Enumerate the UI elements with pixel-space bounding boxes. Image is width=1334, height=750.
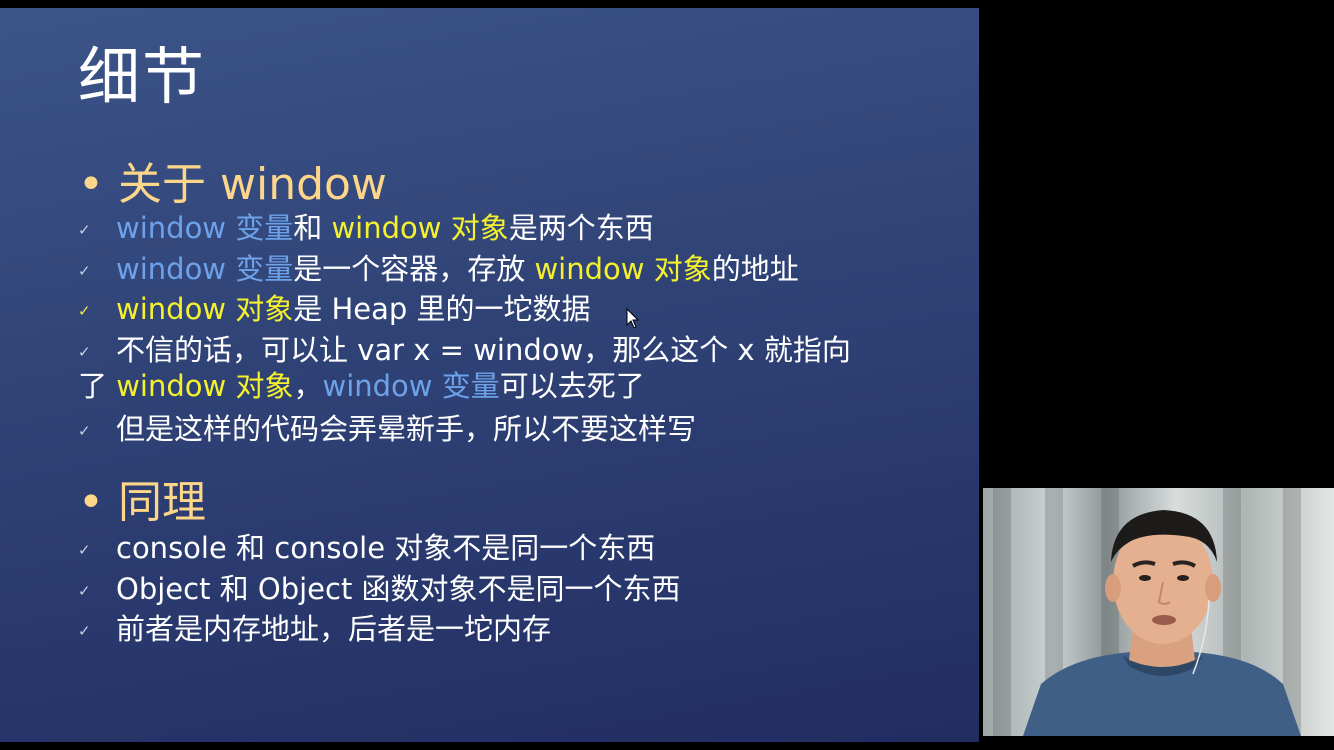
text-segment: ， bbox=[293, 369, 323, 403]
text-segment: console 和 console 对象不是同一个东西 bbox=[116, 531, 656, 565]
section-heading-tongli: • 同理 bbox=[78, 481, 206, 525]
section-heading-text: 关于 window bbox=[118, 159, 387, 210]
checkmark-icon: ✓ bbox=[78, 343, 91, 361]
text-window-variable: window 变量 bbox=[116, 211, 294, 245]
list-item: ✓ window 变量是一个容器，存放 window 对象的地址 bbox=[78, 251, 799, 289]
checkmark-icon: ✓ bbox=[78, 221, 91, 239]
section-heading-window: • 关于 window bbox=[78, 163, 387, 207]
text-window-object: window 对象 bbox=[116, 369, 294, 403]
checkmark-icon: ✓ bbox=[78, 422, 91, 440]
slide-title: 细节 bbox=[78, 40, 207, 113]
checkmark-icon: ✓ bbox=[78, 582, 91, 600]
checkmark-icon: ✓ bbox=[78, 262, 91, 280]
presenter-webcam bbox=[983, 488, 1334, 736]
list-item: ✓ window 变量和 window 对象是两个东西 bbox=[78, 210, 654, 248]
text-segment: Object 和 Object 函数对象不是同一个东西 bbox=[116, 572, 681, 606]
text-segment: 是两个东西 bbox=[508, 211, 654, 245]
mouse-pointer-icon bbox=[626, 308, 640, 329]
bullet-dot-icon: • bbox=[78, 159, 104, 210]
text-window-variable: window 变量 bbox=[116, 252, 294, 286]
checkmark-icon: ✓ bbox=[78, 302, 91, 320]
list-item: ✓ Object 和 Object 函数对象不是同一个东西 bbox=[78, 571, 681, 609]
section-heading-text: 同理 bbox=[118, 477, 206, 528]
list-item: ✓ 不信的话，可以让 var x = window，那么这个 x 就指向 bbox=[78, 332, 851, 370]
text-segment: 是一个容器，存放 bbox=[293, 252, 535, 286]
list-item-continuation: 了 window 对象，window 变量可以去死了 bbox=[78, 368, 645, 404]
list-item: ✓ 但是这样的代码会弄晕新手，所以不要这样写 bbox=[78, 411, 696, 449]
checkmark-icon: ✓ bbox=[78, 541, 91, 559]
list-item: ✓ window 对象是 Heap 里的一坨数据 bbox=[78, 291, 591, 329]
presenter-figure bbox=[1023, 510, 1301, 736]
text-segment: 了 bbox=[78, 369, 117, 403]
list-item: ✓ 前者是内存地址，后者是一坨内存 bbox=[78, 611, 551, 649]
text-segment: 不信的话，可以让 var x = window，那么这个 x 就指向 bbox=[116, 333, 851, 367]
text-window-object: window 对象 bbox=[331, 211, 509, 245]
bullet-dot-icon: • bbox=[78, 477, 104, 528]
checkmark-icon: ✓ bbox=[78, 622, 91, 640]
text-segment: 和 bbox=[293, 211, 332, 245]
screen: 细节 • 关于 window ✓ window 变量和 window 对象是两个东西… bbox=[0, 0, 1334, 750]
text-segment: 是 Heap 里的一坨数据 bbox=[293, 292, 591, 326]
text-window-object: window 对象 bbox=[534, 252, 712, 286]
text-window-object: window 对象 bbox=[116, 292, 294, 326]
text-window-variable: window 变量 bbox=[322, 369, 500, 403]
presentation-slide: 细节 • 关于 window ✓ window 变量和 window 对象是两个东西… bbox=[0, 8, 979, 742]
text-segment: 但是这样的代码会弄晕新手，所以不要这样写 bbox=[116, 412, 697, 446]
list-item: ✓ console 和 console 对象不是同一个东西 bbox=[78, 530, 655, 568]
text-segment: 可以去死了 bbox=[499, 369, 645, 403]
text-segment: 的地址 bbox=[711, 252, 799, 286]
text-segment: 前者是内存地址，后者是一坨内存 bbox=[116, 612, 552, 646]
